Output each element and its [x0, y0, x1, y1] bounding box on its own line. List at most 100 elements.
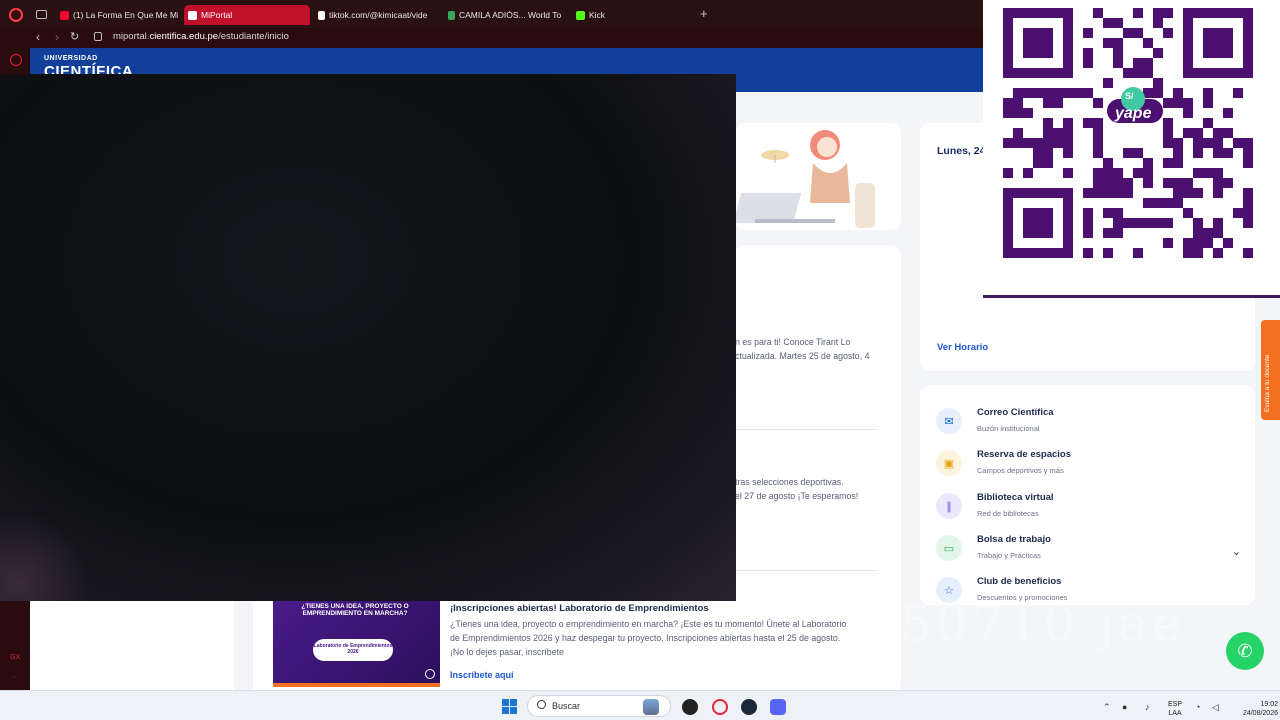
- qr-code-image: [1003, 8, 1253, 258]
- tab-tiktok[interactable]: tiktok.com/@kimicaat/vide: [314, 5, 434, 25]
- taskbar: Buscar ⌃ ● ♪ ESP LAA ◔ ◁ 19:02 24/08/202…: [0, 690, 1280, 720]
- outlook-icon: ✉: [936, 408, 962, 434]
- lab-banner-image[interactable]: ¿TIENES UNA IDEA, PROYECTO O EMPRENDIMIE…: [273, 601, 440, 687]
- steam-icon[interactable]: [741, 699, 757, 715]
- tab-islands-icon[interactable]: [36, 10, 47, 19]
- lab-body-line: ¡No lo dejes pasar, inscríbete: [450, 647, 564, 657]
- tab-label: (1) La Forma En Que Me Mi: [73, 10, 178, 20]
- clock[interactable]: 19:02 24/08/2026: [1228, 700, 1278, 718]
- link-biblioteca[interactable]: ∥ Biblioteca virtual Red de bibliotecas: [936, 489, 1246, 525]
- briefcase-icon: ▭: [936, 535, 962, 561]
- url-domain: cientifica.edu.pe: [149, 31, 219, 42]
- page-icon: [448, 10, 455, 20]
- zoom-icon[interactable]: [425, 669, 435, 679]
- opera-logo-icon[interactable]: [9, 8, 23, 22]
- microphone-icon[interactable]: ♪: [1145, 702, 1150, 712]
- url-field[interactable]: miportal.cientifica.edu.pe/estudiante/in…: [113, 31, 289, 42]
- forward-icon[interactable]: ›: [55, 30, 59, 44]
- search-icon: [537, 700, 546, 709]
- landscape-app-icon[interactable]: [643, 699, 659, 715]
- wifi-icon[interactable]: ◔: [1195, 702, 1200, 712]
- link-correo[interactable]: ✉ Correo Científica Buzón institucional: [936, 404, 1246, 440]
- language-indicator[interactable]: ESP LAA: [1164, 700, 1186, 718]
- tab-label: Kick: [589, 10, 606, 20]
- screen: (1) La Forma En Que Me Mi MiPortal tikto…: [0, 0, 1280, 720]
- link-bolsa[interactable]: ▭ Bolsa de trabajo Trabajo y Prácticas: [936, 531, 1246, 567]
- link-title: Club de beneficios: [977, 576, 1062, 587]
- news-divider: [735, 429, 878, 430]
- lab-body: ¿Tienes una idea, proyecto o emprendimie…: [450, 617, 846, 659]
- link-subtitle: Trabajo y Prácticas: [977, 551, 1041, 560]
- tab-kick[interactable]: Kick: [572, 5, 632, 25]
- watermark-text: 50710 jae: [900, 595, 1186, 653]
- tab-label: CAMILA ADIÓS... World To: [459, 10, 562, 20]
- logo-small-text: UNIVERSIDAD: [44, 55, 98, 62]
- kick-icon: [576, 10, 585, 20]
- tab-camila[interactable]: CAMILA ADIÓS... World To: [444, 5, 564, 25]
- link-subtitle: Red de bibliotecas: [977, 509, 1039, 518]
- lock-icon: [94, 32, 102, 41]
- tray-app-icon[interactable]: ●: [1122, 702, 1127, 712]
- ver-horario-link[interactable]: Ver Horario: [937, 342, 988, 353]
- opera-icon[interactable]: [712, 699, 728, 715]
- search-placeholder: Buscar: [552, 701, 581, 711]
- news-item-1-line-1: n es para ti! Conoce Tirant Lo: [735, 337, 851, 347]
- clock-time: 19:02: [1260, 701, 1278, 708]
- evaluate-teacher-tab[interactable]: Evalúa a tu docente: [1261, 320, 1280, 420]
- yape-symbol: S/: [1125, 91, 1134, 101]
- tray-chevron-icon[interactable]: ⌃: [1103, 702, 1111, 713]
- windows-start-icon[interactable]: [502, 699, 517, 714]
- new-tab-button[interactable]: +: [700, 7, 708, 20]
- student-illustration: [733, 130, 875, 228]
- sidebar-gx-label[interactable]: GX: [10, 654, 20, 661]
- app-icon[interactable]: [682, 699, 698, 715]
- banner-title: ¿TIENES UNA IDEA, PROYECTO O EMPRENDIMIE…: [301, 603, 409, 617]
- lab-title: ¡Inscripciones abiertas! Laboratorio de …: [450, 603, 709, 614]
- volume-icon[interactable]: ◁: [1212, 702, 1219, 713]
- calendar-date: Lunes, 24: [937, 145, 986, 157]
- books-icon: ∥: [936, 493, 962, 519]
- quick-links-card: ✉ Correo Científica Buzón institucional …: [920, 385, 1255, 605]
- news-item-1-line-2: ctualizada. Martes 25 de agosto, 4: [735, 351, 870, 361]
- yape-logo: S/ yape: [1105, 85, 1165, 125]
- youtube-icon: [60, 10, 69, 20]
- lab-news-card: ¿TIENES UNA IDEA, PROYECTO O EMPRENDIMIE…: [253, 601, 900, 690]
- calendar-icon: ▣: [936, 450, 962, 476]
- lang-code: ESP: [1167, 701, 1182, 708]
- reload-icon[interactable]: ↻: [70, 30, 79, 43]
- sidebar-more-icon[interactable]: ···: [10, 674, 17, 681]
- news-item-2-line-2: el 27 de agosto ¡Te esperamos!: [735, 491, 859, 501]
- qr-underline: [983, 295, 1280, 298]
- chevron-down-icon[interactable]: ⌄: [1232, 545, 1241, 558]
- news-item-2-line-1: tras selecciones deportivas.: [735, 477, 844, 487]
- link-subtitle: Buzón institucional: [977, 424, 1040, 433]
- whatsapp-button[interactable]: ✆: [1226, 632, 1264, 670]
- lab-body-line: ¿Tienes una idea, proyecto o emprendimie…: [450, 619, 847, 629]
- link-title: Biblioteca virtual: [977, 492, 1054, 503]
- banner-pill: Laboratorio de Emprendimientos 2026: [313, 639, 393, 661]
- tab-miportal[interactable]: MiPortal: [184, 5, 310, 25]
- news-divider: [735, 570, 878, 571]
- lower-left-panel: [30, 601, 234, 690]
- back-icon[interactable]: ‹: [36, 30, 40, 44]
- tab-youtube[interactable]: (1) La Forma En Que Me Mi: [56, 5, 178, 25]
- inscribete-link[interactable]: Inscríbete aquí: [450, 670, 514, 680]
- banner-stripe: [273, 683, 440, 687]
- lab-body-line: de Emprendimientos 2026 y haz despegar t…: [450, 633, 841, 643]
- lang-layout: LAA: [1168, 710, 1182, 717]
- link-reserva[interactable]: ▣ Reserva de espacios Campos deportivos …: [936, 446, 1246, 482]
- url-path: /estudiante/inicio: [218, 31, 289, 42]
- side-tab-label: Evalúa a tu docente: [1264, 354, 1271, 412]
- tab-label: tiktok.com/@kimicaat/vide: [329, 10, 428, 20]
- miportal-icon: [188, 10, 197, 20]
- clock-date: 24/08/2026: [1242, 710, 1278, 717]
- discord-icon[interactable]: [770, 699, 786, 715]
- webcam-overlay: [0, 74, 736, 601]
- sidebar-opera-icon[interactable]: [10, 54, 22, 66]
- link-subtitle: Campos deportivos y más: [977, 466, 1064, 475]
- tab-label: MiPortal: [201, 10, 233, 20]
- link-title: Correo Científica: [977, 407, 1054, 418]
- link-title: Bolsa de trabajo: [977, 534, 1051, 545]
- tiktok-icon: [318, 10, 325, 20]
- yape-brand: yape: [1115, 105, 1152, 122]
